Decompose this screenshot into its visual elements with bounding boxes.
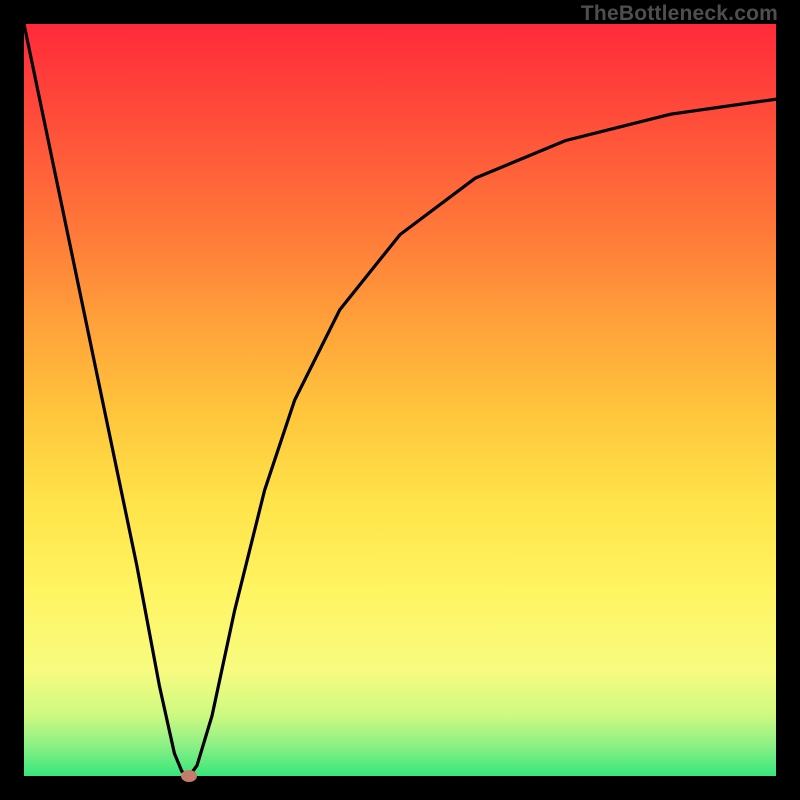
- watermark-text: TheBottleneck.com: [581, 2, 778, 26]
- curve-layer: [24, 24, 776, 776]
- bottleneck-curve: [24, 24, 776, 776]
- chart-frame: TheBottleneck.com: [0, 0, 800, 800]
- optimal-point-marker: [181, 770, 197, 782]
- plot-area: [24, 24, 776, 776]
